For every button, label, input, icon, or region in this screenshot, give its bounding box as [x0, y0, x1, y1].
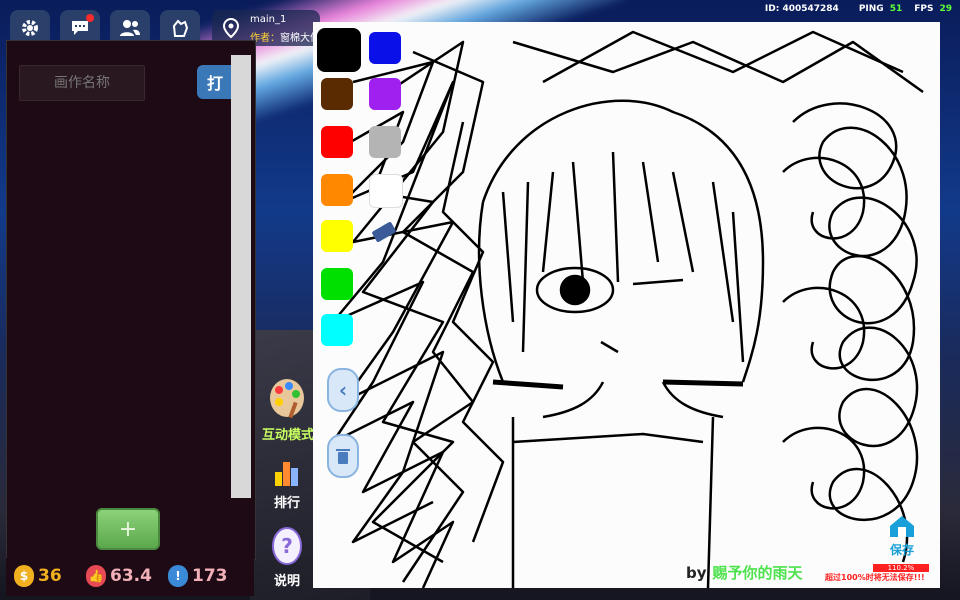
artwork-signature: by 赐予你的雨天: [686, 562, 803, 583]
chat-icon: [72, 21, 88, 35]
ranking-label: 排行: [273, 496, 300, 511]
trash-icon: [336, 449, 350, 464]
thumbs-up-icon: 👍: [86, 565, 106, 587]
signature-text: 赐予你的雨天: [712, 564, 803, 582]
likes-value: 63.4: [110, 566, 152, 586]
color-swatch-red[interactable]: [321, 126, 353, 158]
save-label: 保存: [889, 543, 914, 557]
coin-counter: $ 36: [14, 565, 62, 587]
network-stats: ID: 400547284 PING 51 FPS 29: [765, 4, 952, 14]
switch-icon: [172, 19, 189, 37]
fps-label: FPS: [914, 4, 934, 14]
color-swatch-orange[interactable]: [321, 174, 353, 206]
friends-icon: [120, 20, 140, 36]
ranking-button[interactable]: 排行: [262, 458, 312, 511]
color-swatch-gray[interactable]: [369, 126, 401, 158]
notification-dot: [86, 14, 94, 22]
color-swatch-green[interactable]: [321, 268, 353, 300]
canvas-usage-bar: 110.2%: [873, 564, 929, 572]
map-author: 作者：窗棉大仙: [250, 33, 320, 44]
color-swatch-purple[interactable]: [369, 78, 401, 110]
drawing-canvas[interactable]: ‹ by 赐予你的雨天 保存 110.2% 超过100%时将无法保存!!!: [313, 22, 940, 588]
save-icon: [890, 516, 914, 537]
gear-icon: [22, 20, 38, 36]
map-pin-icon: [222, 18, 240, 38]
artwork-name-input[interactable]: [19, 65, 145, 101]
ping-value: 51: [889, 4, 903, 14]
save-button[interactable]: 保存: [885, 514, 919, 558]
chevron-left-icon: ‹: [338, 378, 348, 402]
palette-icon: [270, 379, 304, 419]
exclamation-icon: !: [168, 565, 188, 587]
help-button[interactable]: ? 说明: [262, 526, 312, 589]
coin-value: 36: [38, 566, 62, 586]
ranking-icon: [275, 462, 298, 486]
undo-button[interactable]: ‹: [327, 368, 359, 412]
panel-scrollbar[interactable]: [231, 55, 251, 498]
interactive-mode-label: 互动模式: [262, 428, 315, 443]
coin-icon: $: [14, 565, 34, 587]
save-warning: 超过100%时将无法保存!!!: [825, 573, 925, 582]
color-swatch-yellow[interactable]: [321, 220, 353, 252]
color-swatch-white[interactable]: [369, 174, 403, 208]
question-icon: ?: [272, 527, 302, 565]
clear-canvas-button[interactable]: [327, 434, 359, 478]
alerts-counter: ! 173: [168, 565, 228, 587]
drawing-artwork: [331, 30, 924, 588]
likes-counter: 👍 63.4: [86, 565, 152, 587]
color-swatch-blue[interactable]: [369, 32, 401, 64]
add-artwork-button[interactable]: +: [96, 508, 160, 550]
svg-text:?: ?: [281, 534, 293, 558]
alerts-value: 173: [192, 566, 228, 586]
resource-bar: $ 36 👍 63.4 ! 173: [6, 558, 254, 596]
color-swatch-cyan[interactable]: [321, 314, 353, 346]
ping-label: PING: [858, 4, 884, 14]
color-swatch-brown[interactable]: [321, 78, 353, 110]
interactive-mode-button[interactable]: 互动模式: [262, 376, 315, 443]
player-id: ID: 400547284: [764, 4, 839, 14]
help-label: 说明: [273, 574, 300, 589]
artwork-list-panel: 打 +: [6, 40, 256, 560]
map-title: main_1: [250, 14, 287, 25]
fps-value: 29: [939, 4, 952, 14]
color-swatch-black[interactable]: [317, 28, 361, 72]
signature-by: by: [686, 564, 707, 582]
